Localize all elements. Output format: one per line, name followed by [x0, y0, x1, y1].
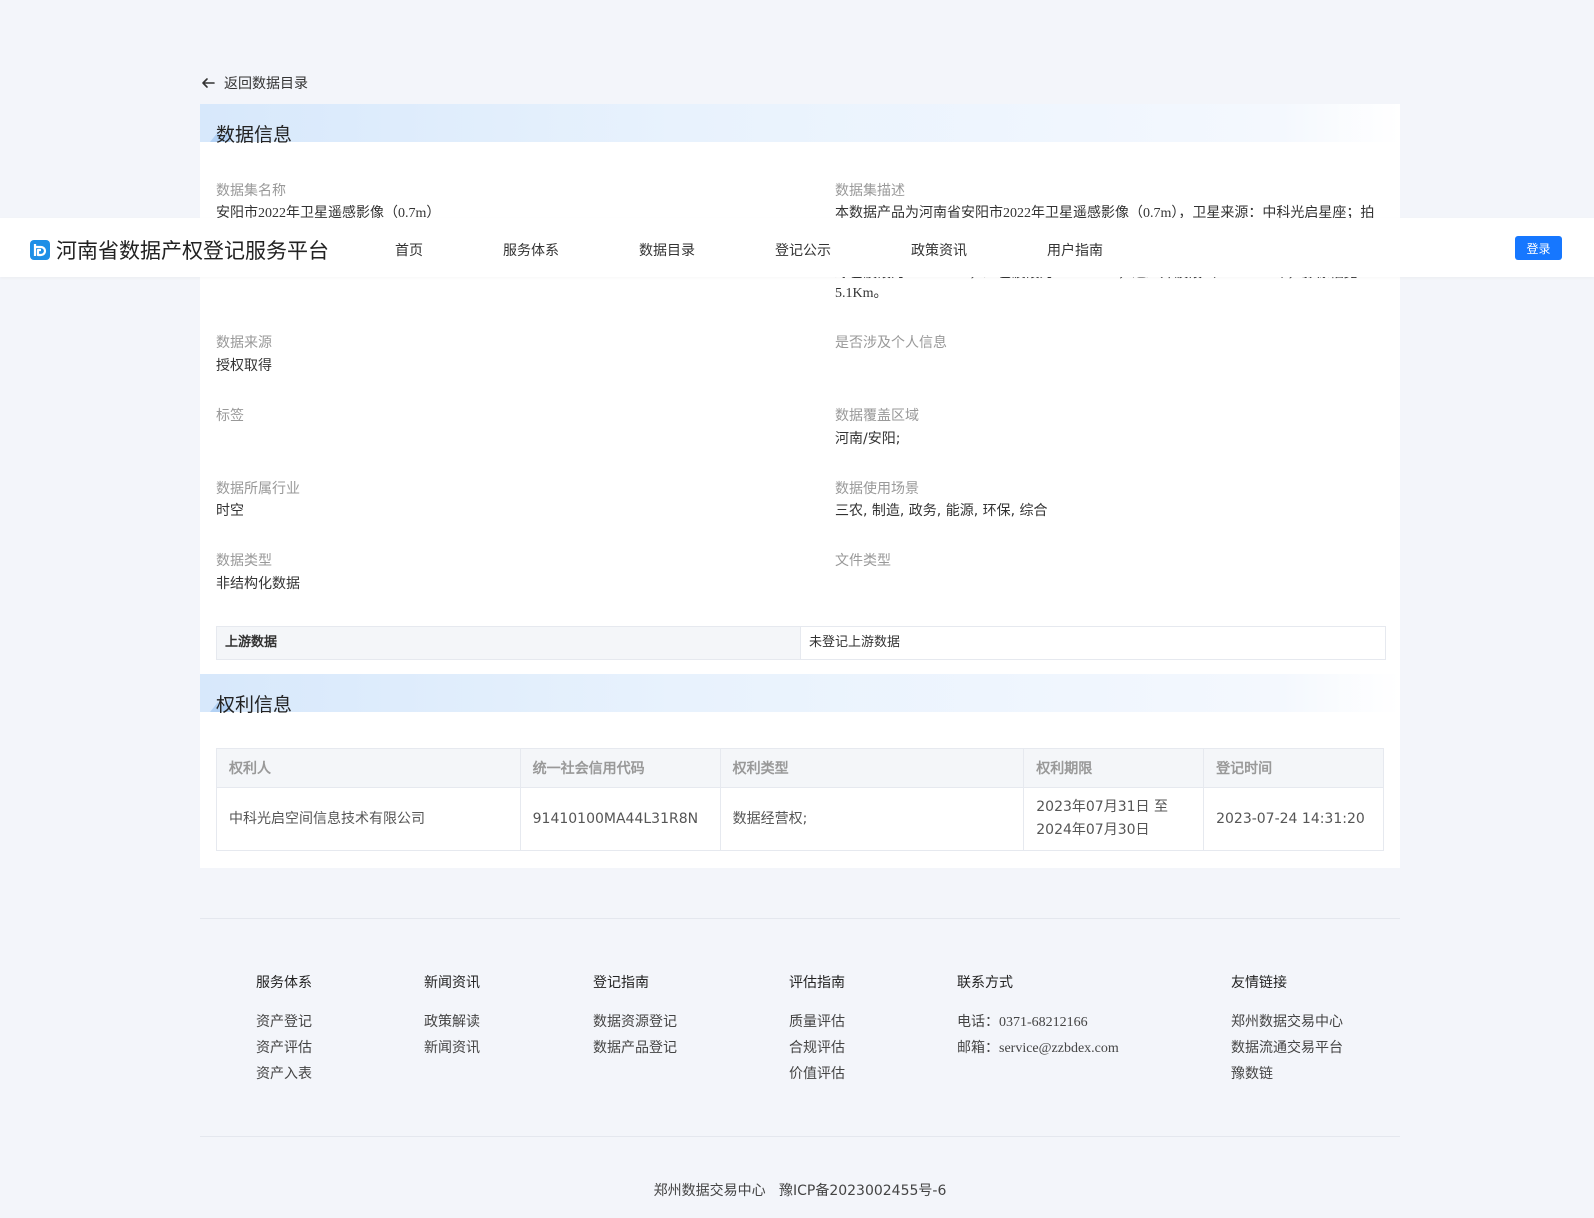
footer-link-asset-registration[interactable]: 资产登记 [256, 1011, 312, 1031]
column-header-term: 权利期限 [1023, 748, 1205, 788]
arrow-left-icon [202, 78, 215, 88]
footer-col-title-contact: 联系方式 [957, 975, 1013, 991]
dataset-name-label: 数据集名称 [216, 183, 286, 199]
term-end: 2024年07月30日 [1036, 822, 1150, 838]
data-source-label: 数据来源 [216, 335, 272, 351]
cell-rights-type: 数据经营权; [719, 787, 1025, 851]
footer-link-value-eval[interactable]: 价值评估 [789, 1063, 845, 1083]
footer-contact-phone: 电话：0371-68212166 [957, 1011, 1088, 1031]
footer-col-title-reg-guide: 登记指南 [593, 975, 649, 991]
scenarios-value: 三农, 制造, 政务, 能源, 环保, 综合 [835, 503, 1048, 519]
dataset-desc-line-4: 5.1Km。 [835, 286, 888, 301]
upstream-data-table: 上游数据 未登记上游数据 [216, 626, 1386, 660]
footer-link-data-resource-reg[interactable]: 数据资源登记 [593, 1011, 677, 1031]
login-button[interactable]: 登录 [1515, 236, 1562, 260]
platform-logo-icon [30, 240, 50, 260]
footer-col-title-news: 新闻资讯 [424, 975, 480, 991]
personal-info-label: 是否涉及个人信息 [835, 335, 947, 351]
data-info-title: 数据信息 [216, 124, 293, 146]
term-start: 2023年07月31日 至 [1036, 799, 1168, 815]
nav-item-catalog[interactable]: 数据目录 [639, 240, 695, 260]
footer-divider-top [200, 918, 1400, 919]
coverage-value: 河南/安阳; [835, 431, 901, 447]
upstream-data-value: 未登记上游数据 [809, 635, 901, 650]
industry-value: 时空 [216, 503, 244, 519]
rights-info-card: 权利信息 权利人 统一社会信用代码 权利类型 权利期限 登记时间 中科光启空间信… [200, 674, 1400, 868]
nav-item-registration[interactable]: 登记公示 [775, 240, 831, 260]
back-link-label: 返回数据目录 [224, 76, 308, 92]
phone-label: 电话： [957, 1014, 999, 1030]
column-header-holder: 权利人 [216, 748, 521, 788]
footer-link-compliance-eval[interactable]: 合规评估 [789, 1037, 845, 1057]
footer-link-quality-eval[interactable]: 质量评估 [789, 1011, 845, 1031]
tags-label: 标签 [216, 408, 244, 424]
nav-item-policy[interactable]: 政策资讯 [911, 240, 967, 260]
email-label: 邮箱： [957, 1040, 999, 1056]
cell-reg-time: 2023-07-24 14:31:20 [1203, 787, 1384, 851]
column-header-credit-code: 统一社会信用代码 [519, 748, 721, 788]
footer-link-data-trading-platform[interactable]: 数据流通交易平台 [1231, 1037, 1343, 1057]
nav-item-guide[interactable]: 用户指南 [1047, 240, 1103, 260]
column-header-reg-time: 登记时间 [1203, 748, 1384, 788]
file-type-label: 文件类型 [835, 553, 891, 569]
footer-link-policy-interpretation[interactable]: 政策解读 [424, 1011, 480, 1031]
footer-link-zz-data-exchange[interactable]: 郑州数据交易中心 [1231, 1011, 1343, 1031]
footer-link-asset-evaluation[interactable]: 资产评估 [256, 1037, 312, 1057]
column-header-rights-type: 权利类型 [719, 748, 1025, 788]
footer-link-data-product-reg[interactable]: 数据产品登记 [593, 1037, 677, 1057]
cell-term: 2023年07月31日 至 2024年07月30日 [1023, 787, 1205, 851]
footer-link-yushulian[interactable]: 豫数链 [1231, 1063, 1273, 1083]
table-row: 中科光启空间信息技术有限公司 91410100MA44L31R8N 数据经营权;… [216, 787, 1384, 851]
dataset-desc-label: 数据集描述 [835, 183, 905, 199]
data-type-value: 非结构化数据 [216, 576, 300, 592]
top-navbar: 河南省数据产权登记服务平台 首页 服务体系 数据目录 登记公示 政策资讯 用户指… [0, 218, 1594, 277]
footer-col-title-eval-guide: 评估指南 [789, 975, 845, 991]
rights-table: 权利人 统一社会信用代码 权利类型 权利期限 登记时间 中科光启空间信息技术有限… [216, 748, 1384, 851]
footer-contact-email: 邮箱：service@zzbdex.com [957, 1037, 1119, 1057]
footer-link-asset-accounting[interactable]: 资产入表 [256, 1063, 312, 1083]
rights-info-section-header: 权利信息 [200, 674, 1400, 716]
back-to-catalog-link[interactable]: 返回数据目录 [200, 72, 1400, 94]
copyright-text: 郑州数据交易中心 豫ICP备2023002455号-6 [653, 1183, 947, 1199]
cell-holder: 中科光启空间信息技术有限公司 [216, 787, 521, 851]
rights-info-title: 权利信息 [216, 694, 293, 716]
brand-name: 河南省数据产权登记服务平台 [56, 239, 329, 263]
nav-item-home[interactable]: 首页 [395, 240, 423, 260]
industry-label: 数据所属行业 [216, 481, 300, 497]
data-type-label: 数据类型 [216, 553, 272, 569]
brand[interactable]: 河南省数据产权登记服务平台 [30, 235, 329, 265]
scenarios-label: 数据使用场景 [835, 481, 919, 497]
rights-table-header: 权利人 统一社会信用代码 权利类型 权利期限 登记时间 [216, 748, 1384, 788]
upstream-data-label: 上游数据 [217, 627, 801, 659]
data-info-card: 数据信息 数据集名称 安阳市2022年卫星遥感影像（0.7m） 数据集描述 本数… [200, 104, 1400, 674]
footer-divider-bottom [200, 1136, 1400, 1137]
data-info-section-header: 数据信息 [200, 104, 1400, 146]
data-source-value: 授权取得 [216, 358, 272, 374]
cell-credit-code: 91410100MA44L31R8N [519, 787, 721, 851]
footer-link-news[interactable]: 新闻资讯 [424, 1037, 480, 1057]
coverage-label: 数据覆盖区域 [835, 408, 919, 424]
footer-col-title-services: 服务体系 [256, 975, 312, 991]
email-value[interactable]: service@zzbdex.com [999, 1041, 1119, 1056]
phone-value: 0371-68212166 [999, 1015, 1088, 1030]
nav-item-services[interactable]: 服务体系 [503, 240, 559, 260]
footer-col-title-links: 友情链接 [1231, 975, 1287, 991]
